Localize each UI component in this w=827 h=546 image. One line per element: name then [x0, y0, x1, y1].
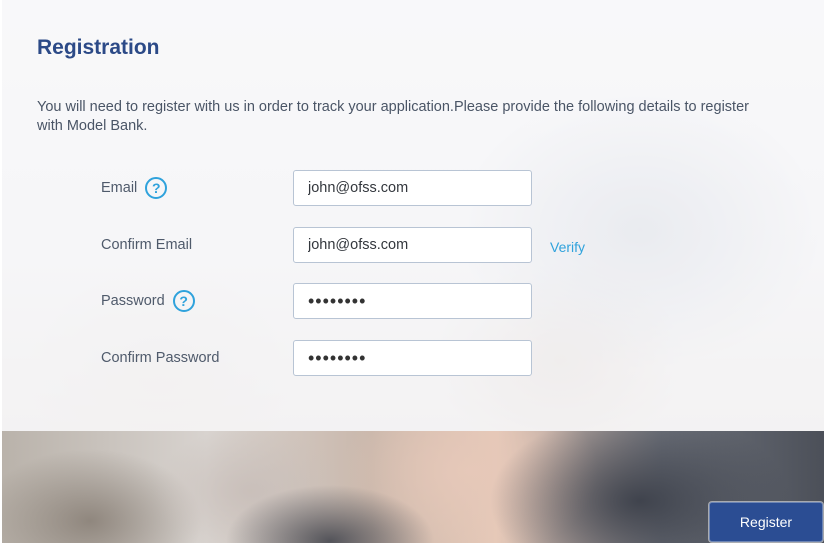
background-photo-bottom — [0, 431, 827, 546]
confirm-email-field[interactable] — [293, 227, 532, 263]
register-button[interactable]: Register — [709, 502, 823, 542]
password-field[interactable] — [293, 283, 532, 319]
email-help-icon[interactable]: ? — [145, 177, 168, 199]
email-label: Email — [101, 180, 138, 196]
confirm-password-label-group: Confirm Password — [101, 340, 219, 376]
confirm-email-row: Confirm Email Verify — [0, 227, 827, 263]
registration-page: Registration You will need to register w… — [0, 0, 827, 546]
confirm-password-field[interactable] — [293, 340, 532, 376]
password-label-group: Password ? — [101, 283, 195, 319]
password-help-icon[interactable]: ? — [172, 290, 195, 312]
email-row: Email ? — [0, 170, 827, 206]
password-label: Password — [101, 293, 165, 309]
confirm-password-label: Confirm Password — [101, 350, 220, 366]
confirm-email-label-group: Confirm Email — [101, 227, 192, 263]
confirm-password-row: Confirm Password — [0, 340, 827, 376]
verify-link[interactable]: Verify — [550, 227, 585, 265]
password-row: Password ? — [0, 283, 827, 319]
page-title: Registration — [37, 36, 160, 59]
email-label-group: Email ? — [101, 170, 168, 206]
confirm-email-label: Confirm Email — [101, 237, 193, 253]
intro-text: You will need to register with us in ord… — [37, 99, 749, 134]
email-field[interactable] — [293, 170, 532, 206]
